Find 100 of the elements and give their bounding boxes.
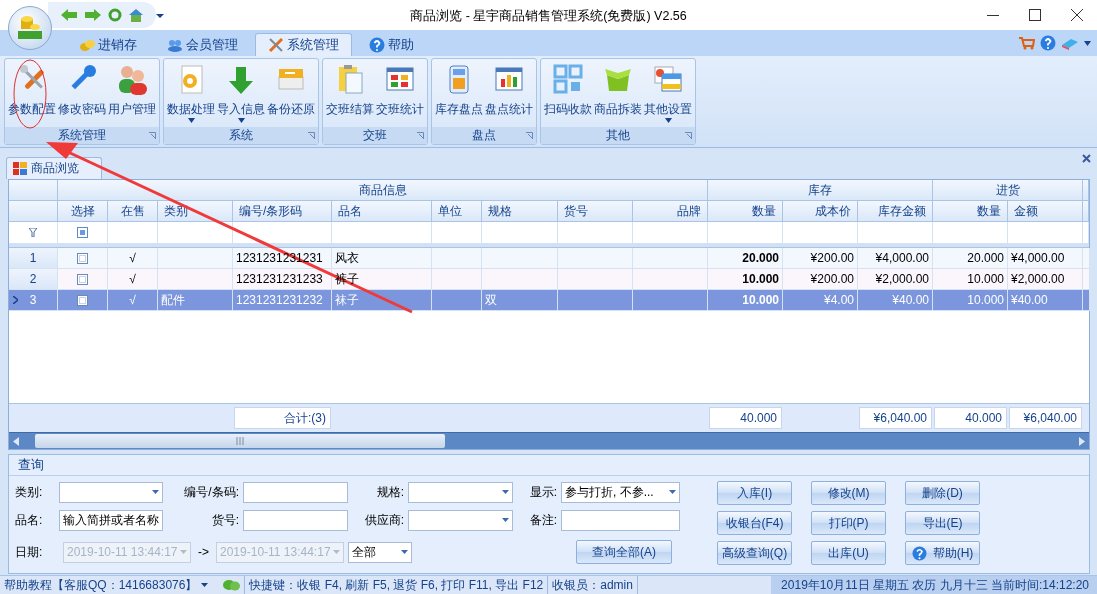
qr-code-icon [552, 63, 584, 95]
column-header[interactable]: 选择 [58, 201, 108, 222]
column-header[interactable]: 数量 [933, 201, 1008, 222]
dropdown-caret-icon [152, 490, 159, 495]
total-cell: 合计:(3) [234, 407, 331, 429]
maximize-icon[interactable] [1029, 9, 1041, 21]
input-field[interactable] [243, 481, 348, 503]
ribbon-tab[interactable]: 会员管理 [154, 33, 251, 56]
column-header[interactable]: 单位 [432, 201, 482, 222]
ribbon-tab[interactable]: 帮助 [356, 33, 427, 56]
group-label: 其他 [606, 127, 630, 144]
scroll-right-icon[interactable] [1079, 436, 1085, 446]
action-button[interactable]: 打印(P) [811, 511, 886, 535]
column-header[interactable]: 规格 [482, 201, 558, 222]
ribbon-button[interactable]: 交班统计 [375, 61, 425, 127]
ribbon-button[interactable]: 用户管理 [107, 61, 157, 127]
row-number[interactable]: 1 [9, 248, 58, 269]
dialog-launcher-icon[interactable] [417, 132, 424, 139]
dialog-launcher-icon[interactable] [149, 132, 156, 139]
home-icon[interactable] [128, 8, 144, 22]
range-separator: -> [198, 545, 209, 560]
table-cell: 10.000 [967, 272, 1004, 286]
horizontal-scrollbar[interactable] [9, 432, 1089, 449]
input-field[interactable] [561, 510, 680, 531]
dropdown-caret-icon [187, 118, 195, 123]
help-link[interactable]: 帮助教程【客服QQ：1416683076】 [4, 576, 198, 594]
ribbon-button[interactable]: 库存盘点 [434, 61, 484, 127]
row-number[interactable]: 2 [9, 269, 58, 290]
ribbon-tab[interactable]: 系统管理 [255, 33, 352, 56]
select-all-checkbox-icon[interactable] [77, 227, 88, 238]
table-cell: 1231231231232 [236, 293, 323, 307]
dropdown-field[interactable]: 参与打折, 不参... [561, 481, 680, 503]
scroll-left-icon[interactable] [13, 436, 19, 446]
dropdown-caret-icon [502, 490, 509, 495]
people-icon [167, 38, 183, 52]
action-button[interactable]: 入库(I) [717, 481, 792, 505]
table-cell: √ [129, 272, 136, 286]
action-button[interactable]: 高级查询(Q) [717, 541, 792, 565]
checkbox-icon[interactable] [77, 252, 88, 264]
column-header[interactable]: 编号/条形码 [233, 201, 332, 222]
ribbon-button[interactable]: 交班结算 [325, 61, 375, 127]
column-header[interactable]: 货号 [558, 201, 633, 222]
checkbox-icon[interactable] [77, 273, 88, 285]
refresh-icon[interactable] [108, 8, 122, 22]
column-header[interactable]: 品名 [332, 201, 432, 222]
input-field[interactable] [243, 510, 348, 531]
column-header[interactable]: 金额 [1008, 201, 1083, 222]
help-icon[interactable] [1040, 35, 1056, 51]
ribbon-button[interactable]: 盘点统计 [484, 61, 534, 127]
table-row[interactable]: 2 √ 1231231231233 裤子 10.000 ¥200.00 ¥2,000.00 10.000 ¥2,000.00 [9, 269, 1089, 290]
forward-arrow-icon[interactable] [84, 8, 102, 22]
column-header[interactable]: 成本价 [783, 201, 858, 222]
column-header[interactable]: 库存金额 [858, 201, 933, 222]
ribbon-button[interactable]: 其他设置 [643, 61, 693, 127]
table-cell: 10.000 [742, 272, 779, 286]
chat-icon[interactable] [222, 579, 241, 591]
ribbon-button[interactable]: 导入信息 [216, 61, 266, 127]
dialog-launcher-icon[interactable] [308, 132, 315, 139]
dropdown-caret-icon[interactable] [201, 583, 209, 587]
back-arrow-icon[interactable] [60, 8, 78, 22]
close-icon[interactable] [1071, 9, 1083, 21]
action-button[interactable]: 帮助(H) [905, 541, 980, 565]
book-icon[interactable] [1061, 36, 1079, 50]
dropdown-field[interactable] [408, 481, 513, 503]
table-cell: ¥4,000.00 [1011, 251, 1065, 265]
input-field[interactable]: 输入简拼或者名称 [59, 510, 163, 531]
action-button[interactable]: 修改(M) [811, 481, 886, 505]
table-cell: √ [129, 251, 136, 265]
dialog-launcher-icon[interactable] [526, 132, 533, 139]
ribbon-button[interactable]: 数据处理 [166, 61, 216, 127]
document-tab[interactable]: 商品浏览 [6, 157, 102, 179]
ribbon-tab[interactable]: 进销存 [66, 33, 150, 56]
users-icon [116, 63, 148, 95]
table-cell: ¥200.00 [810, 272, 854, 286]
ribbon-button[interactable]: 备份还原 [266, 61, 316, 127]
query-all-button[interactable]: 查询全部(A) [576, 540, 672, 565]
dropdown-caret-icon[interactable] [1084, 40, 1091, 46]
ribbon-button[interactable]: 修改密码 [57, 61, 107, 127]
dropdown-field[interactable] [408, 510, 513, 531]
group-label: 系统管理 [58, 127, 106, 144]
checkbox-icon[interactable] [77, 294, 88, 306]
group-label: 交班 [363, 127, 387, 144]
dropdown-field[interactable] [59, 481, 163, 503]
ribbon-button[interactable]: 扫码收款 [543, 61, 593, 127]
action-button[interactable]: 收银台(F4) [717, 511, 792, 535]
table-cell: ¥2,000.00 [875, 272, 929, 286]
action-button[interactable]: 导出(E) [905, 511, 980, 535]
table-cell: 20.000 [967, 251, 1004, 265]
cart-icon[interactable] [1019, 36, 1035, 50]
action-button[interactable]: 出库(U) [811, 541, 886, 565]
dialog-launcher-icon[interactable] [685, 132, 692, 139]
field-label: 类别: [15, 483, 44, 501]
ribbon-button[interactable]: 商品拆装 [593, 61, 643, 127]
coins-icon [79, 38, 95, 52]
dropdown-caret-icon[interactable] [156, 12, 164, 18]
filter-icon[interactable] [29, 228, 37, 237]
column-header[interactable]: 数量 [708, 201, 783, 222]
column-header[interactable]: 在售 [108, 201, 158, 222]
action-button[interactable]: 删除(D) [905, 481, 980, 505]
column-header[interactable]: 品牌 [633, 201, 708, 222]
